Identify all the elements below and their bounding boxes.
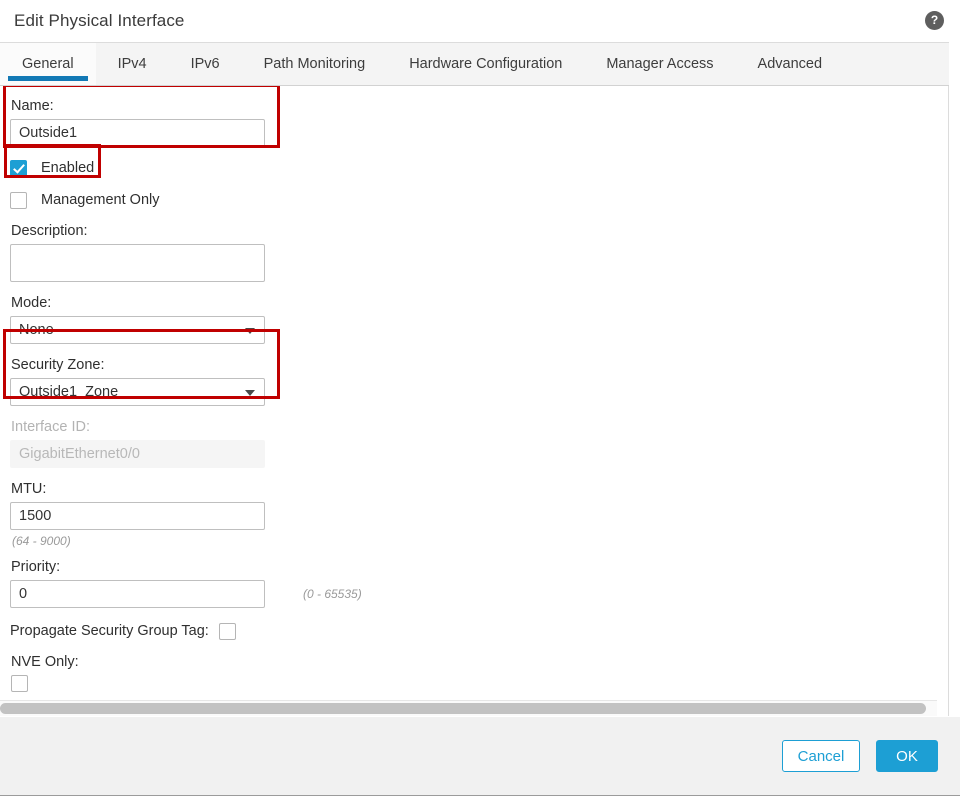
mtu-input[interactable]: 1500 (10, 502, 265, 530)
management-only-checkbox[interactable] (10, 191, 27, 209)
interface-id-label: Interface ID: (11, 419, 90, 435)
help-icon[interactable]: ? (925, 11, 944, 30)
priority-row: 0 (0 - 65535) (10, 580, 948, 608)
tab-path-monitoring[interactable]: Path Monitoring (242, 43, 388, 85)
tab-advanced-label: Advanced (757, 56, 823, 72)
tab-ipv4-label: IPv4 (117, 56, 147, 72)
mode-select[interactable]: None (10, 316, 265, 344)
chevron-down-icon (245, 328, 255, 334)
dialog-body: Name: Outside1 Enabled Management Only D… (0, 86, 949, 716)
horizontal-scrollbar-thumb[interactable] (0, 703, 926, 714)
tab-path-monitoring-label: Path Monitoring (263, 56, 366, 72)
tab-bar: General IPv4 IPv6 Path Monitoring Hardwa… (0, 42, 949, 86)
dialog-titlebar: Edit Physical Interface ? (0, 0, 960, 42)
propagate-sgt-checkbox[interactable] (218, 622, 236, 640)
enabled-checkbox[interactable] (10, 159, 27, 177)
tab-ipv4[interactable]: IPv4 (96, 43, 169, 85)
management-only-row: Management Only (10, 188, 948, 212)
tab-general-label: General (22, 56, 74, 72)
priority-label: Priority: (11, 559, 61, 575)
description-input[interactable] (10, 244, 265, 282)
tab-hardware-configuration-label: Hardware Configuration (409, 56, 563, 72)
security-zone-selected-value: Outside1_Zone (19, 384, 119, 400)
edit-physical-interface-dialog: Edit Physical Interface ? General IPv4 I… (0, 0, 960, 796)
name-input[interactable]: Outside1 (10, 119, 265, 147)
tab-manager-access-label: Manager Access (606, 56, 714, 72)
dialog-title: Edit Physical Interface (14, 11, 185, 30)
general-form: Name: Outside1 Enabled Management Only D… (0, 86, 948, 692)
chevron-down-icon (245, 390, 255, 396)
nve-only-checkbox[interactable] (11, 675, 28, 692)
tab-general[interactable]: General (0, 43, 96, 85)
security-zone-select[interactable]: Outside1_Zone (10, 378, 265, 406)
tab-manager-access[interactable]: Manager Access (584, 43, 735, 85)
cancel-button[interactable]: Cancel (782, 740, 860, 772)
propagate-sgt-row: Propagate Security Group Tag: (10, 619, 948, 643)
mode-selected-value: None (19, 322, 54, 338)
horizontal-scrollbar-track[interactable] (0, 700, 937, 716)
propagate-sgt-label: Propagate Security Group Tag: (10, 623, 209, 639)
tab-ipv6-label: IPv6 (190, 56, 220, 72)
priority-range-hint: (0 - 65535) (303, 587, 362, 601)
description-label: Description: (11, 223, 88, 239)
interface-id-input: GigabitEthernet0/0 (10, 440, 265, 468)
security-zone-label: Security Zone: (11, 357, 105, 373)
ok-button[interactable]: OK (876, 740, 938, 772)
management-only-label: Management Only (41, 192, 160, 208)
dialog-footer: Cancel OK (0, 716, 960, 796)
tab-ipv6[interactable]: IPv6 (169, 43, 242, 85)
mtu-label: MTU: (11, 481, 47, 497)
tab-active-underline (8, 76, 88, 81)
mode-label: Mode: (11, 295, 52, 311)
name-label: Name: (11, 98, 54, 114)
tab-hardware-configuration[interactable]: Hardware Configuration (387, 43, 584, 85)
enabled-label: Enabled (41, 160, 95, 176)
enabled-row: Enabled (10, 156, 948, 180)
mtu-range-hint: (64 - 9000) (12, 534, 71, 548)
nve-only-label: NVE Only: (11, 654, 79, 670)
tab-advanced[interactable]: Advanced (736, 43, 845, 85)
priority-input[interactable]: 0 (10, 580, 265, 608)
